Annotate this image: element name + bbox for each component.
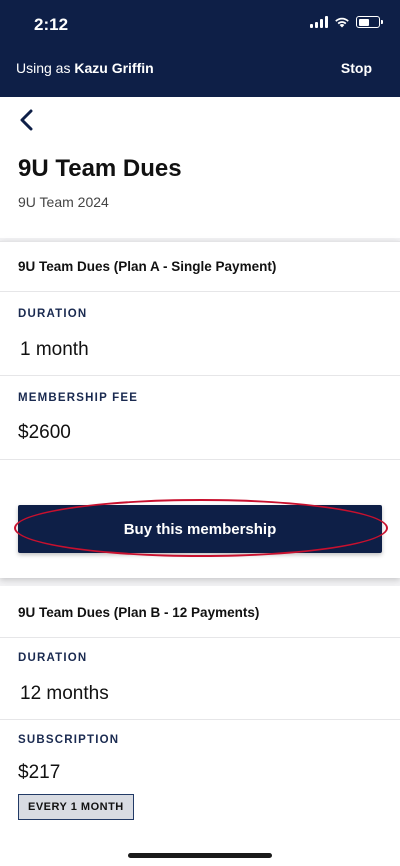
duration-label: DURATION xyxy=(18,652,88,664)
top-bar: 2:12 Using as Kazu Griffin Stop xyxy=(0,0,400,97)
impersonation-text: Using as Kazu Griffin xyxy=(16,60,154,76)
home-indicator[interactable] xyxy=(128,853,272,858)
duration-value: 12 months xyxy=(20,683,109,704)
impersonated-user: Kazu Griffin xyxy=(74,59,154,76)
buy-button-wrap: Buy this membership xyxy=(14,499,388,557)
subscription-label: SUBSCRIPTION xyxy=(18,734,120,746)
back-arrow-icon[interactable] xyxy=(14,107,40,133)
impersonation-prefix: Using as xyxy=(16,59,71,76)
buy-membership-button[interactable]: Buy this membership xyxy=(18,505,382,553)
wifi-icon xyxy=(335,17,349,28)
duration-field: DURATION 1 month xyxy=(0,292,400,376)
stop-button[interactable]: Stop xyxy=(341,60,372,76)
page-title: 9U Team Dues xyxy=(18,155,182,182)
battery-icon xyxy=(356,16,383,28)
duration-value: 1 month xyxy=(20,339,89,360)
impersonation-bar: Using as Kazu Griffin Stop xyxy=(0,48,400,97)
subscription-value: $217 xyxy=(18,762,61,783)
plan-name: 9U Team Dues (Plan B - 12 Payments) xyxy=(0,586,400,638)
duration-field: DURATION 12 months xyxy=(0,638,400,720)
status-time: 2:12 xyxy=(34,15,69,34)
plan-card-a: 9U Team Dues (Plan A - Single Payment) D… xyxy=(0,241,400,578)
fee-field: MEMBERSHIP FEE $2600 xyxy=(0,376,400,460)
subscription-field: SUBSCRIPTION $217 EVERY 1 MONTH xyxy=(0,720,400,820)
signal-icon xyxy=(310,16,328,28)
frequency-badge: EVERY 1 MONTH xyxy=(18,794,134,820)
fee-label: MEMBERSHIP FEE xyxy=(18,392,139,404)
page-subtitle: 9U Team 2024 xyxy=(18,194,109,210)
page-header: 9U Team Dues 9U Team 2024 xyxy=(0,97,400,238)
plan-name: 9U Team Dues (Plan A - Single Payment) xyxy=(0,242,400,292)
status-bar: 2:12 xyxy=(0,0,400,48)
status-icons xyxy=(310,16,383,28)
duration-label: DURATION xyxy=(18,308,88,320)
plan-card-b: 9U Team Dues (Plan B - 12 Payments) DURA… xyxy=(0,586,400,866)
fee-value: $2600 xyxy=(18,422,71,443)
